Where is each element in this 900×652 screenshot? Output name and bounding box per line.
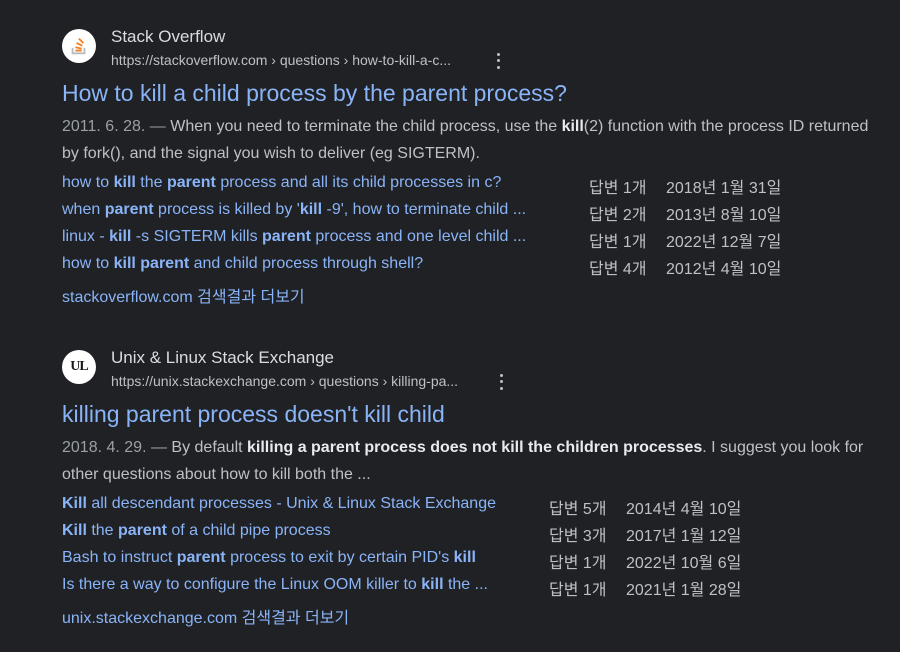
sub-result-text: kill: [113, 174, 136, 191]
sub-result-text: Kill: [62, 522, 87, 539]
sub-result-text: parent: [166, 174, 216, 191]
site-url[interactable]: https://stackoverflow.com › questions › …: [111, 52, 451, 68]
sub-result-text: kill: [453, 549, 476, 566]
snippet-text: kill: [561, 118, 584, 135]
sub-result-link[interactable]: when parent process is killed by 'kill -…: [62, 201, 526, 219]
answer-count: 답변 1개: [549, 582, 607, 599]
sub-result: how to kill the parent process and all i…: [62, 174, 862, 201]
unix-linux-icon: UL: [62, 350, 96, 384]
sub-result-text: kill: [109, 228, 132, 245]
result-title[interactable]: How to kill a child process by the paren…: [62, 80, 567, 107]
site-url[interactable]: https://unix.stackexchange.com › questio…: [111, 373, 458, 389]
sub-result-text: Bash to instruct: [62, 549, 177, 566]
stackoverflow-icon: [62, 29, 96, 63]
answer-count: 답변 2개: [589, 207, 647, 224]
sub-result-date: 2022년 10월 6일: [626, 555, 742, 572]
sub-result-text: when: [62, 201, 105, 218]
sub-result: Kill all descendant processes - Unix & L…: [62, 495, 862, 522]
snippet-text: When you need to terminate the child pro…: [170, 118, 562, 135]
favicon-letters: UL: [70, 359, 88, 374]
sub-result-link[interactable]: linux - kill -s SIGTERM kills parent pro…: [62, 228, 526, 246]
sub-result-link[interactable]: Kill all descendant processes - Unix & L…: [62, 495, 496, 513]
sub-result-text: kill parent: [113, 255, 190, 272]
more-results-link[interactable]: unix.stackexchange.com 검색결과 더보기: [62, 604, 349, 628]
answer-count: 답변 3개: [549, 528, 607, 545]
sub-result-text: -s SIGTERM kills: [131, 228, 263, 245]
sub-result-text: how to: [62, 255, 114, 272]
sub-result: linux - kill -s SIGTERM kills parent pro…: [62, 228, 862, 255]
sub-result-date: 2017년 1월 12일: [626, 528, 742, 545]
sub-result-text: the ...: [443, 576, 488, 593]
sub-result-text: kill: [299, 201, 323, 218]
sub-result-text: Kill: [62, 495, 87, 512]
sub-result-text: the: [135, 174, 167, 191]
sub-result-text: the: [86, 522, 119, 539]
sub-result-link[interactable]: Kill the parent of a child pipe process: [62, 522, 331, 540]
snippet-date: 2011. 6. 28. —: [62, 118, 171, 135]
sub-result-link[interactable]: Is there a way to configure the Linux OO…: [62, 576, 488, 594]
sub-result-date: 2018년 1월 31일: [666, 180, 782, 197]
result-snippet: 2018. 4. 29. — By default killing a pare…: [62, 434, 872, 488]
sub-result-date: 2021년 1월 28일: [626, 582, 742, 599]
result-snippet: 2011. 6. 28. — When you need to terminat…: [62, 113, 872, 167]
snippet-text: By default: [171, 439, 248, 456]
sub-result: when parent process is killed by 'kill -…: [62, 201, 862, 228]
sub-result-text: all descendant processes - Unix & Linux …: [86, 495, 496, 512]
sub-result-link[interactable]: Bash to instruct parent process to exit …: [62, 549, 476, 567]
sub-result-date: 2022년 12월 7일: [666, 234, 782, 251]
sub-result-text: process is killed by ': [153, 201, 300, 218]
snippet-date: 2018. 4. 29. —: [62, 439, 172, 456]
sub-result-text: parent: [118, 522, 167, 539]
sub-result-text: of a child pipe process: [166, 522, 331, 539]
sub-result: how to kill parent and child process thr…: [62, 255, 862, 282]
sub-result-text: how to: [62, 174, 114, 191]
sub-result-link[interactable]: how to kill the parent process and all i…: [62, 174, 501, 192]
result-title[interactable]: killing parent process doesn't kill chil…: [62, 401, 445, 428]
more-options-icon[interactable]: [492, 51, 504, 71]
snippet-text: killing a parent process does not kill t…: [247, 439, 703, 456]
more-options-icon[interactable]: [495, 372, 507, 392]
sub-result-text: Is there a way to configure the Linux OO…: [62, 576, 422, 593]
sub-result-text: process to exit by certain PID's: [225, 549, 454, 566]
answer-count: 답변 1개: [589, 234, 647, 251]
sub-result-text: process and all its child processes in c…: [215, 174, 502, 191]
site-name[interactable]: Stack Overflow: [111, 27, 225, 47]
answer-count: 답변 1개: [549, 555, 607, 572]
sub-result-text: parent: [104, 201, 154, 218]
sub-result-text: parent: [262, 228, 311, 245]
sub-result-date: 2014년 4월 10일: [626, 501, 742, 518]
sub-result-link[interactable]: how to kill parent and child process thr…: [62, 255, 423, 273]
sub-result-text: -9', how to terminate child ...: [322, 201, 527, 218]
answer-count: 답변 5개: [549, 501, 607, 518]
sub-result-text: linux -: [62, 228, 110, 245]
sub-result-date: 2013년 8월 10일: [666, 207, 782, 224]
sub-result-date: 2012년 4월 10일: [666, 261, 782, 278]
sub-result-text: kill: [421, 576, 444, 593]
answer-count: 답변 1개: [589, 180, 647, 197]
sub-result-text: process and one level child ...: [310, 228, 527, 245]
sub-result: Is there a way to configure the Linux OO…: [62, 576, 862, 603]
sub-result: Bash to instruct parent process to exit …: [62, 549, 862, 576]
site-name[interactable]: Unix & Linux Stack Exchange: [111, 348, 334, 368]
more-results-link[interactable]: stackoverflow.com 검색결과 더보기: [62, 283, 305, 307]
answer-count: 답변 4개: [589, 261, 647, 278]
sub-result-text: and child process through shell?: [189, 255, 424, 272]
sub-result-text: parent: [176, 549, 226, 566]
sub-result: Kill the parent of a child pipe process …: [62, 522, 862, 549]
